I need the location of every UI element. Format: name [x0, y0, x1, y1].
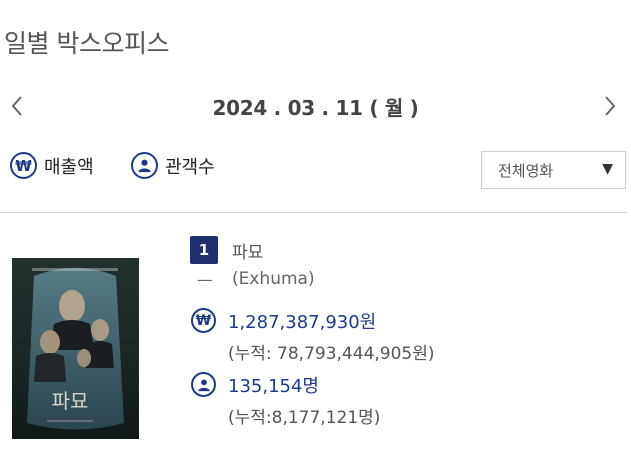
film-type-selected: 전체영화 — [498, 162, 554, 180]
movie-poster[interactable]: 파묘 — [12, 258, 139, 439]
sales-toggle-label: 매출액 — [44, 156, 94, 178]
person-icon — [131, 152, 158, 179]
person-icon — [191, 372, 216, 397]
movie-title[interactable]: 파묘 — [232, 238, 263, 263]
daily-audience: 135,154명 — [228, 376, 319, 397]
page-title: 일별 박스오피스 — [4, 29, 169, 58]
current-date: 2024 . 03 . 11 ( 월 ) — [212, 96, 419, 120]
rank-change: — — [197, 270, 213, 289]
poster-title: 파묘 — [52, 389, 89, 413]
film-type-select[interactable]: 전체영화 ▼ — [481, 151, 626, 189]
caret-down-icon: ▼ — [602, 161, 613, 177]
next-date-button[interactable] — [603, 94, 617, 125]
audience-toggle-label: 관객수 — [165, 156, 215, 178]
sales-toggle[interactable]: ₩ 매출액 — [10, 152, 94, 179]
rank-badge: 1 — [190, 236, 218, 264]
won-sign-icon: ₩ — [191, 308, 216, 333]
poster-image: 파묘 — [12, 258, 139, 439]
won-sign-icon: ₩ — [10, 152, 37, 179]
divider — [0, 212, 627, 213]
chevron-right-icon — [605, 96, 616, 116]
movie-english-title: (Exhuma) — [232, 269, 315, 289]
cumulative-sales: (누적: 78,793,444,905원) — [228, 344, 435, 364]
audience-toggle[interactable]: 관객수 — [131, 152, 215, 179]
cumulative-audience: (누적:8,177,121명) — [228, 408, 381, 428]
daily-sales: 1,287,387,930원 — [228, 312, 377, 333]
